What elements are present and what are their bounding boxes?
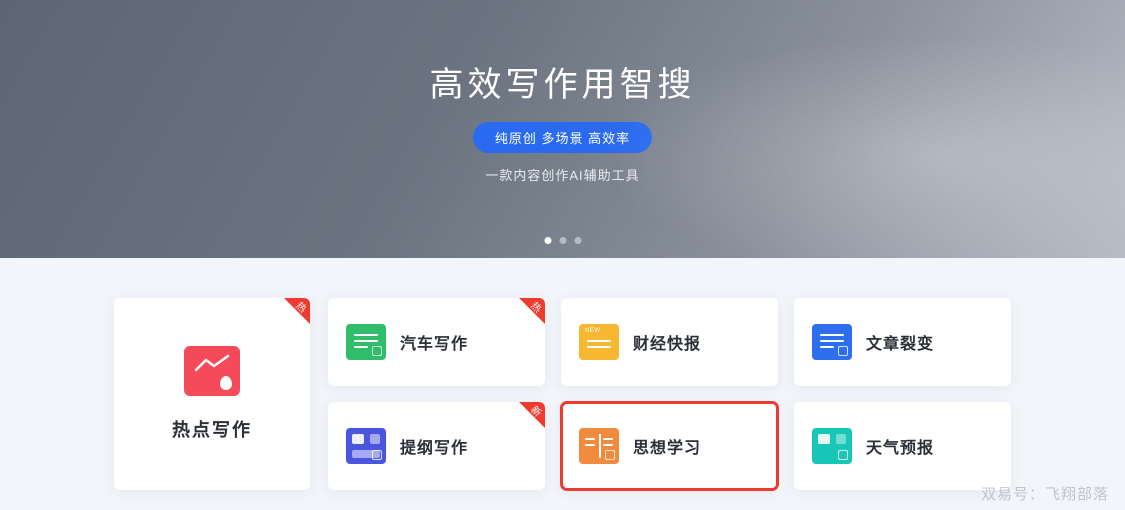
book-icon [579, 428, 619, 464]
news-icon [579, 324, 619, 360]
card-label: 思想学习 [633, 434, 701, 458]
card-thought-study[interactable]: 思想学习 [561, 402, 778, 490]
carousel-dot[interactable] [574, 237, 581, 244]
card-outline-writing[interactable]: 新 提纲写作 [328, 402, 545, 490]
card-article-split[interactable]: 文章裂变 [794, 298, 1011, 386]
new-badge: 新 [519, 402, 545, 428]
grid-icon [346, 428, 386, 464]
card-label: 天气预报 [866, 434, 934, 458]
document-icon [346, 324, 386, 360]
card-label: 提纲写作 [400, 434, 468, 458]
card-weather-forecast[interactable]: 天气预报 [794, 402, 1011, 490]
category-grid: 热 热点写作 热 汽车写作 财经快报 文章裂变 新 [0, 258, 1125, 490]
hot-badge: 热 [519, 298, 545, 324]
chart-flame-icon [184, 346, 240, 396]
hero-pill: 纯原创 多场景 高效率 [473, 122, 652, 153]
card-label: 文章裂变 [866, 330, 934, 354]
carousel-dots[interactable] [544, 237, 581, 244]
card-car-writing[interactable]: 热 汽车写作 [328, 298, 545, 386]
carousel-dot[interactable] [544, 237, 551, 244]
hero-title: 高效写作用智搜 [430, 57, 696, 106]
watermark-text: 双易号：飞翔部落 [981, 483, 1109, 504]
hero-subtitle: 一款内容创作AI辅助工具 [485, 165, 639, 184]
card-title: 热点写作 [172, 416, 252, 442]
hot-badge: 热 [284, 298, 310, 324]
carousel-dot[interactable] [559, 237, 566, 244]
card-label: 汽车写作 [400, 330, 468, 354]
card-hot-writing[interactable]: 热 热点写作 [114, 298, 310, 490]
card-label: 财经快报 [633, 330, 701, 354]
card-finance-news[interactable]: 财经快报 [561, 298, 778, 386]
split-icon [812, 324, 852, 360]
hero-banner: 高效写作用智搜 纯原创 多场景 高效率 一款内容创作AI辅助工具 [0, 0, 1125, 258]
weather-icon [812, 428, 852, 464]
